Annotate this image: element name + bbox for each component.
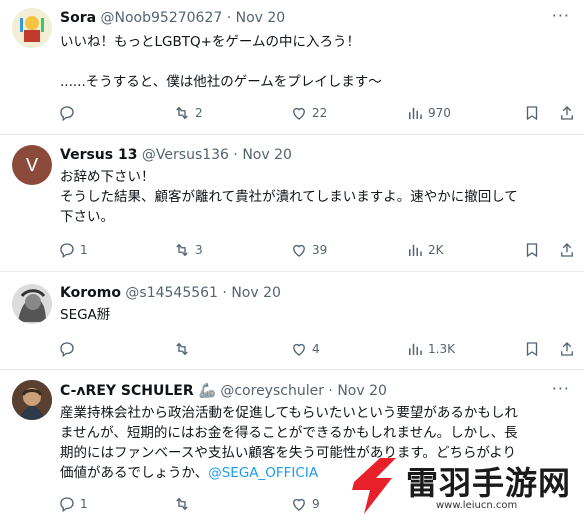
handle[interactable]: @coreyschuler [220,383,324,399]
mention-link[interactable]: @SEGA_OFFICIA [208,465,318,481]
share-button[interactable] [558,338,576,360]
heart-icon [293,107,305,120]
retweet-button[interactable]: 3 [173,239,203,261]
retweet-button[interactable] [173,338,195,360]
brand-name: 雷羽手游网 [406,464,572,502]
view-count: 970 [428,106,451,120]
view-count: 2K [428,243,444,257]
avatar[interactable] [12,8,52,48]
tweet-header: C-ᴧREY SCHULER 🦾 @coreyschuler · Nov 20 [60,383,387,399]
heart-icon [293,343,305,356]
views-icon [409,244,422,256]
watermark-logo: 雷羽手游网 www.leiucn.com [340,452,584,520]
avatar-letter: V [25,154,39,176]
display-name[interactable]: C-ᴧREY SCHULER 🦾 [60,383,216,399]
views-button[interactable]: 970 [406,102,451,124]
reply-count: 1 [80,243,88,257]
action-bar: 1 3 39 2K [58,239,573,261]
tweet-header: Versus 13 @Versus136 · Nov 20 [60,147,292,163]
more-options-icon[interactable]: ··· [552,6,570,25]
display-name[interactable]: Koromo [60,285,121,301]
timestamp[interactable]: Nov 20 [242,147,292,163]
retweet-button[interactable] [173,493,195,515]
bookmark-icon [526,243,538,258]
action-bar: 4 1.3K [58,338,573,360]
views-button[interactable]: 2K [406,239,444,261]
avatar[interactable] [12,284,52,324]
like-button[interactable]: 4 [290,338,320,360]
heart-icon [293,498,305,511]
reply-icon [60,106,74,122]
retweet-icon [176,106,188,120]
handle[interactable]: @Noob95270627 [101,10,223,26]
text-line: いいね！もっとLGBTQ+をゲームの中に入ろう！ [60,34,361,50]
retweet-icon [176,342,188,356]
retweet-count: 2 [195,106,203,120]
text-line [60,52,568,72]
like-count: 22 [312,106,328,120]
view-count: 1.3K [428,342,455,356]
like-count: 39 [312,243,328,257]
bookmark-button[interactable] [523,239,541,261]
tweet-header: Sora @Noob95270627 · Nov 20 [60,10,286,26]
handle[interactable]: @s14545561 [125,285,218,301]
tweet-text: いいね！もっとLGBTQ+をゲームの中に入ろう！ ......そうすると、僕は他… [60,32,568,92]
text-line: ませんが、短期的にはお金を得ることができるかもしれません。しかし、長 [60,425,518,441]
views-icon [409,107,422,119]
brand-mark-icon [352,458,396,514]
avatar[interactable] [12,380,52,420]
share-icon [561,342,573,356]
like-button[interactable]: 22 [290,102,327,124]
retweet-count: 3 [195,243,203,257]
heart-icon [293,244,305,257]
timestamp[interactable]: Nov 20 [236,10,286,26]
text-line: 下さい。 [60,209,114,225]
reply-icon [60,243,74,259]
tweet-2[interactable]: V Versus 13 @Versus136 · Nov 20 お辞め下さい！ … [0,135,584,272]
tweet-3[interactable]: Koromo @s14545561 · Nov 20 SEGA掰 4 1.3K [0,272,584,370]
avatar[interactable]: V [12,145,52,185]
text-line: SEGA掰 [60,307,111,323]
share-button[interactable] [558,102,576,124]
display-name[interactable]: Sora [60,10,96,26]
reply-icon [60,342,74,358]
like-count: 9 [312,497,320,511]
share-button[interactable] [558,239,576,261]
more-options-icon[interactable]: ··· [552,379,570,398]
reply-button[interactable]: 1 [58,493,88,515]
reply-count: 1 [80,497,88,511]
tweet-text: SEGA掰 [60,305,568,325]
reply-icon [60,497,74,513]
like-count: 4 [312,342,320,356]
like-button[interactable]: 39 [290,239,327,261]
bookmark-button[interactable] [523,338,541,360]
views-button[interactable]: 1.3K [406,338,455,360]
text-line: お辞め下さい！ [60,169,155,185]
tweet-header: Koromo @s14545561 · Nov 20 [60,285,281,301]
text-line: 産業持株会社から政治活動を促進してもらいたいという要望があるかもしれ [60,405,518,421]
retweet-button[interactable]: 2 [173,102,203,124]
like-button[interactable]: 9 [290,493,320,515]
handle[interactable]: @Versus136 [142,147,229,163]
reply-button[interactable] [58,102,80,124]
tweet-text: お辞め下さい！ そうした結果、顧客が離れて貴社が潰れてしまいますよ。速やかに撤回… [60,167,568,227]
timestamp[interactable]: Nov 20 [337,383,387,399]
views-icon [409,343,422,355]
share-icon [561,106,573,120]
reply-button[interactable] [58,338,80,360]
timestamp[interactable]: Nov 20 [231,285,281,301]
text-line: ......そうすると、僕は他社のゲームをプレイします〜 [60,74,382,90]
bookmark-icon [526,342,538,357]
reply-button[interactable]: 1 [58,239,88,261]
tweet-1[interactable]: Sora @Noob95270627 · Nov 20 ··· いいね！もっとL… [0,0,584,135]
share-icon [561,243,573,257]
retweet-icon [176,243,188,257]
brand-url: www.leiucn.com [436,500,518,511]
text-line: そうした結果、顧客が離れて貴社が潰れてしまいますよ。速やかに撤回して [60,189,518,205]
action-bar: 2 22 970 [58,102,573,124]
retweet-icon [176,497,188,511]
display-name[interactable]: Versus 13 [60,147,137,163]
bookmark-button[interactable] [523,102,541,124]
bookmark-icon [526,106,538,121]
